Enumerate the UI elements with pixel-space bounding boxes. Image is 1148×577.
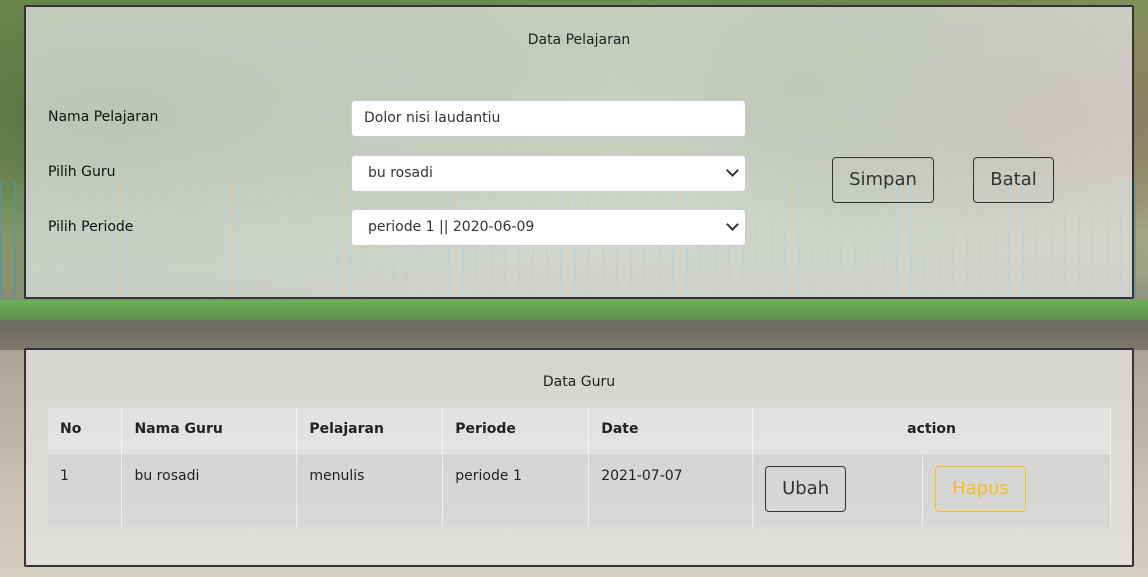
cell-periode: periode 1 [442, 454, 590, 527]
nama-pelajaran-input[interactable]: Dolor nisi laudantiu [351, 100, 746, 137]
cell-hapus: Hapus [922, 454, 1111, 527]
simpan-button[interactable]: Simpan [832, 157, 934, 203]
column-header-action: action [752, 408, 1111, 454]
pilih-guru-select[interactable]: bu rosadi [351, 155, 746, 192]
ubah-button[interactable]: Ubah [765, 466, 847, 512]
cell-no: 1 [48, 454, 123, 527]
column-header-pelajaran: Pelajaran [296, 408, 444, 454]
table-header-row: No Nama Guru Pelajaran Periode Date acti… [48, 408, 1111, 454]
cell-nama-guru: bu rosadi [121, 454, 298, 527]
cell-date: 2021-07-07 [588, 454, 754, 527]
background-wall [0, 300, 1148, 350]
data-guru-table-panel: Data Guru No Nama Guru Pelajaran Periode… [24, 348, 1134, 567]
column-header-date: Date [588, 408, 754, 454]
nama-pelajaran-label: Nama Pelajaran [48, 109, 159, 125]
column-header-no: No [48, 408, 123, 454]
data-guru-table: No Nama Guru Pelajaran Periode Date acti… [48, 408, 1111, 527]
chevron-down-icon [726, 164, 739, 177]
cell-ubah: Ubah [752, 454, 924, 527]
data-pelajaran-form-panel: Data Pelajaran Nama Pelajaran Dolor nisi… [24, 5, 1134, 299]
form-title: Data Pelajaran [527, 32, 631, 48]
pilih-periode-selected-value: periode 1 || 2020-06-09 [368, 219, 535, 235]
table-row: 1 bu rosadi menulis periode 1 2021-07-07… [48, 454, 1111, 527]
column-header-periode: Periode [442, 408, 590, 454]
pilih-guru-selected-value: bu rosadi [368, 165, 433, 181]
column-header-nama-guru: Nama Guru [121, 408, 298, 454]
table-title: Data Guru [542, 374, 616, 390]
pilih-guru-label: Pilih Guru [48, 164, 116, 180]
pilih-periode-select[interactable]: periode 1 || 2020-06-09 [351, 209, 746, 246]
pilih-periode-label: Pilih Periode [48, 219, 134, 235]
cell-pelajaran: menulis [296, 454, 444, 527]
batal-button[interactable]: Batal [973, 157, 1054, 203]
hapus-button[interactable]: Hapus [935, 466, 1027, 512]
chevron-down-icon [726, 218, 739, 231]
